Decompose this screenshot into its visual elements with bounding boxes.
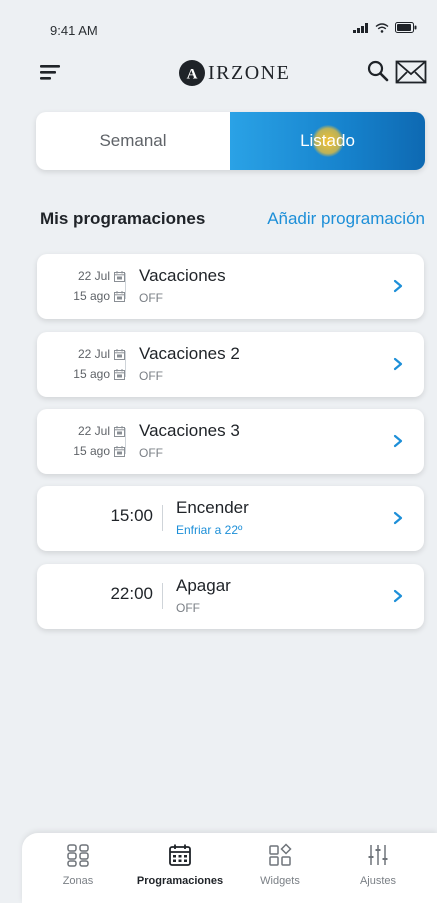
nav-label: Programaciones (136, 875, 224, 887)
schedule-card[interactable]: 22 Jul 15 ago Vacaciones OFF (37, 254, 424, 319)
brand-logo: A IRZONE (178, 59, 290, 87)
mail-icon[interactable] (395, 59, 427, 85)
chevron-right-icon (393, 589, 403, 603)
divider (125, 428, 126, 454)
nav-label: Zonas (62, 875, 94, 887)
calendar-icon (114, 270, 125, 282)
card-title: Apagar (176, 576, 231, 595)
tab-listado-label: Listado (300, 131, 355, 150)
date-from: 22 Jul (77, 347, 110, 361)
tab-semanal-label: Semanal (99, 131, 167, 150)
tab-listado[interactable]: Listado (230, 112, 425, 170)
schedule-time: 15:00 (110, 506, 153, 525)
grid-icon (67, 844, 89, 867)
schedule-card[interactable]: 22 Jul 15 ago Vacaciones 3 OFF (37, 409, 424, 474)
calendar-icon (114, 425, 125, 437)
card-title: Encender (176, 498, 249, 517)
schedule-card[interactable]: 22:00 Apagar OFF (37, 564, 424, 629)
card-title: Vacaciones 3 (139, 421, 240, 440)
nav-item-widgets[interactable]: Widgets (230, 843, 330, 887)
brand-name: IRZONE (208, 61, 291, 84)
date-from: 22 Jul (77, 424, 110, 438)
app-header: A IRZONE (0, 55, 437, 95)
date-from: 22 Jul (77, 269, 110, 283)
schedule-card[interactable]: 22 Jul 15 ago Vacaciones 2 OFF (37, 332, 424, 397)
nav-label: Ajustes (359, 875, 397, 887)
divider (162, 505, 163, 531)
battery-icon (395, 22, 417, 33)
divider (125, 351, 126, 377)
chevron-right-icon (393, 511, 403, 525)
nav-item-zonas[interactable]: Zonas (28, 843, 128, 887)
card-subtitle: OFF (139, 446, 163, 460)
nav-item-ajustes[interactable]: Ajustes (328, 843, 428, 887)
svg-text:A: A (187, 67, 198, 83)
calendar-icon (114, 290, 125, 302)
calendar-icon (169, 844, 191, 866)
bottom-nav: Zonas Programaciones Widgets Ajustes (22, 833, 437, 903)
date-to: 15 ago (73, 289, 110, 303)
card-subtitle: OFF (139, 369, 163, 383)
section-title: Mis programaciones (40, 209, 206, 228)
airzone-logo-icon: A (179, 60, 205, 86)
status-bar: 9:41 AM (0, 0, 437, 48)
chevron-right-icon (393, 279, 403, 293)
card-subtitle: Enfriar a 22º (176, 523, 243, 537)
widgets-icon (269, 843, 292, 866)
add-schedule-link[interactable]: Añadir programación (267, 209, 425, 229)
signal-icon (353, 22, 368, 33)
date-to: 15 ago (73, 444, 110, 458)
calendar-icon (114, 445, 125, 457)
card-subtitle: OFF (176, 601, 200, 615)
date-range: 22 Jul 15 ago (37, 266, 125, 306)
calendar-icon (114, 348, 125, 360)
search-icon[interactable] (366, 59, 390, 83)
chevron-right-icon (393, 434, 403, 448)
nav-label: Widgets (260, 875, 300, 887)
sliders-icon (368, 845, 388, 865)
card-title: Vacaciones 2 (139, 344, 240, 363)
view-toggle: Semanal Listado (36, 112, 425, 170)
card-subtitle: OFF (139, 291, 163, 305)
status-time: 9:41 AM (50, 23, 98, 38)
chevron-right-icon (393, 357, 403, 371)
calendar-icon (114, 368, 125, 380)
date-range: 22 Jul 15 ago (37, 421, 125, 461)
divider (125, 273, 126, 299)
schedule-time: 22:00 (110, 584, 153, 603)
date-to: 15 ago (73, 367, 110, 381)
date-range: 22 Jul 15 ago (37, 344, 125, 384)
schedule-card[interactable]: 15:00 Encender Enfriar a 22º (37, 486, 424, 551)
menu-icon[interactable] (40, 63, 62, 81)
tab-semanal[interactable]: Semanal (36, 112, 230, 170)
status-icons (353, 22, 417, 33)
card-title: Vacaciones (139, 266, 226, 285)
wifi-icon (375, 22, 389, 33)
divider (162, 583, 163, 609)
nav-item-programaciones[interactable]: Programaciones (130, 843, 230, 887)
